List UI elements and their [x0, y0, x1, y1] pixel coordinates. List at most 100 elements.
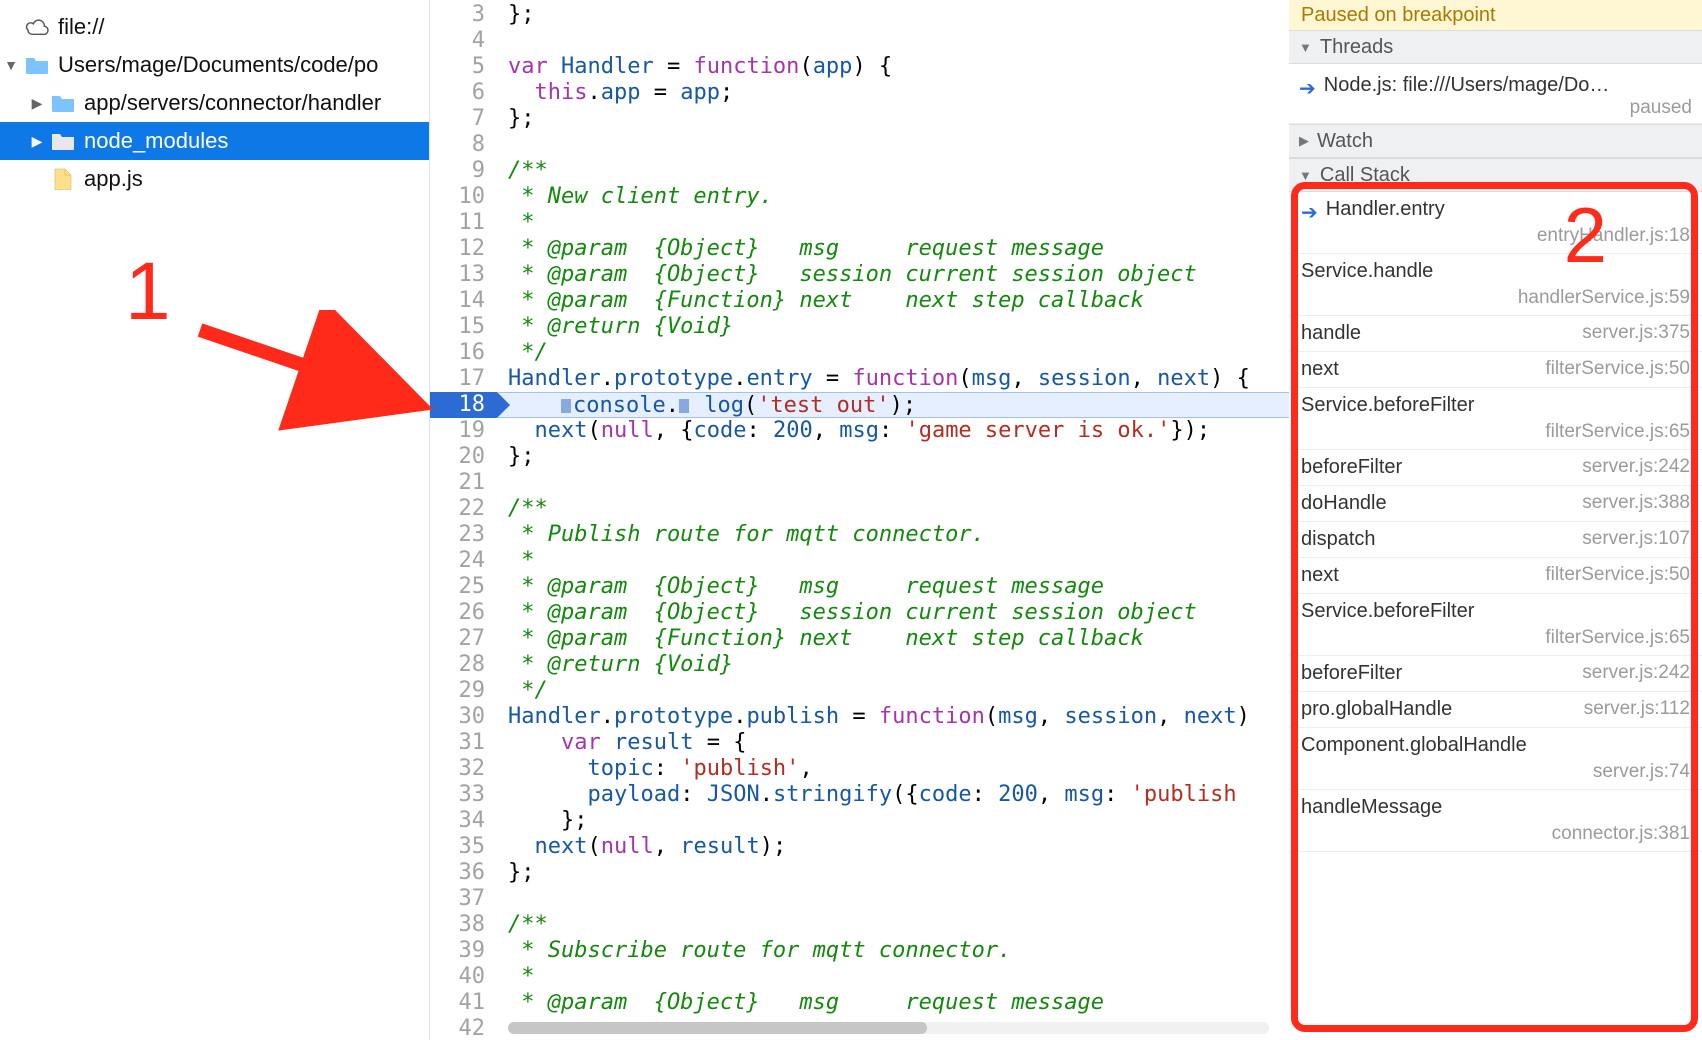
stack-frame[interactable]: dispatchserver.js:107 [1289, 522, 1702, 558]
line-number[interactable]: 32 [430, 756, 497, 782]
code-line[interactable]: payload: JSON.stringify({code: 200, msg:… [498, 782, 1289, 808]
line-number[interactable]: 36 [430, 860, 497, 886]
line-number[interactable]: 25 [430, 574, 497, 600]
line-number[interactable]: 24 [430, 548, 497, 574]
code-line[interactable]: next(null, result); [498, 834, 1289, 860]
code-line[interactable]: }; [498, 106, 1289, 132]
code-line[interactable]: /** [498, 496, 1289, 522]
stack-frame[interactable]: Service.beforeFilterfilterService.js:65 [1289, 388, 1702, 450]
stack-frame[interactable]: Service.handlehandlerService.js:59 [1289, 254, 1702, 316]
thread-item[interactable]: ➔ Node.js: file:///Users/mage/Do… paused [1289, 64, 1702, 124]
code-line[interactable]: }; [498, 2, 1289, 28]
tree-project-root[interactable]: ▼ Users/mage/Documents/code/po [0, 46, 429, 84]
code-line[interactable] [498, 470, 1289, 496]
line-number[interactable]: 17 [430, 366, 497, 392]
line-number[interactable]: 31 [430, 730, 497, 756]
line-number[interactable]: 12 [430, 236, 497, 262]
stack-frame[interactable]: Service.beforeFilterfilterService.js:65 [1289, 594, 1702, 656]
line-number[interactable]: 3 [430, 2, 497, 28]
stack-frame[interactable]: handleMessageconnector.js:381 [1289, 790, 1702, 852]
line-number[interactable]: 33 [430, 782, 497, 808]
line-number[interactable]: 38 [430, 912, 497, 938]
line-number[interactable]: 30 [430, 704, 497, 730]
scrollbar-thumb[interactable] [508, 1022, 927, 1034]
line-number[interactable]: 5 [430, 54, 497, 80]
code-line[interactable]: this.app = app; [498, 80, 1289, 106]
stack-frame[interactable]: nextfilterService.js:50 [1289, 558, 1702, 594]
code-line[interactable]: * [498, 210, 1289, 236]
line-number[interactable]: 28 [430, 652, 497, 678]
line-number[interactable]: 14 [430, 288, 497, 314]
code-line[interactable]: */ [498, 340, 1289, 366]
stack-frame[interactable]: doHandleserver.js:388 [1289, 486, 1702, 522]
editor-horizontal-scrollbar[interactable] [508, 1022, 1269, 1034]
code-line[interactable]: /** [498, 912, 1289, 938]
code-line[interactable]: * [498, 548, 1289, 574]
line-number[interactable]: 4 [430, 28, 497, 54]
code-line[interactable]: * @param {Object} msg request message [498, 990, 1289, 1016]
line-number[interactable]: 40 [430, 964, 497, 990]
code-line[interactable]: Handler.prototype.publish = function(msg… [498, 704, 1289, 730]
code-line[interactable]: }; [498, 444, 1289, 470]
breakpoint-line-number[interactable]: 18 [430, 392, 497, 418]
line-number[interactable]: 39 [430, 938, 497, 964]
line-number[interactable]: 9 [430, 158, 497, 184]
code-line[interactable]: * @return {Void} [498, 652, 1289, 678]
code-line[interactable]: Handler.prototype.entry = function(msg, … [498, 366, 1289, 392]
code-area[interactable]: }; var Handler = function(app) { this.app… [498, 0, 1289, 1040]
line-number[interactable]: 7 [430, 106, 497, 132]
line-number[interactable]: 23 [430, 522, 497, 548]
line-number-gutter[interactable]: 3456789101112131415161718192021222324252… [430, 0, 498, 1040]
line-number[interactable]: 16 [430, 340, 497, 366]
line-number[interactable]: 21 [430, 470, 497, 496]
line-number[interactable]: 15 [430, 314, 497, 340]
tree-root-file-scheme[interactable]: ▶ file:// [0, 8, 429, 46]
stack-frame[interactable]: ➔Handler.entryentryHandler.js:18 [1289, 192, 1702, 254]
code-line[interactable]: * @param {Function} next next step callb… [498, 626, 1289, 652]
code-line[interactable]: }; [498, 808, 1289, 834]
tree-item[interactable]: ▶node_modules [0, 122, 429, 160]
line-number[interactable]: 19 [430, 418, 497, 444]
code-line[interactable] [498, 886, 1289, 912]
disclosure-right-icon[interactable]: ▶ [30, 134, 44, 148]
watch-section-header[interactable]: ▶ Watch [1289, 124, 1702, 158]
line-number[interactable]: 20 [430, 444, 497, 470]
code-line[interactable]: var Handler = function(app) { [498, 54, 1289, 80]
line-number[interactable]: 6 [430, 80, 497, 106]
code-line[interactable]: * @param {Object} msg request message [498, 236, 1289, 262]
line-number[interactable]: 29 [430, 678, 497, 704]
line-number[interactable]: 13 [430, 262, 497, 288]
code-line[interactable]: * @param {Function} next next step callb… [498, 288, 1289, 314]
code-line[interactable]: next(null, {code: 200, msg: 'game server… [498, 418, 1289, 444]
code-line[interactable]: /** [498, 158, 1289, 184]
code-line[interactable]: * @return {Void} [498, 314, 1289, 340]
code-line[interactable]: * Publish route for mqtt connector. [498, 522, 1289, 548]
line-number[interactable]: 27 [430, 626, 497, 652]
line-number[interactable]: 8 [430, 132, 497, 158]
stack-frame[interactable]: nextfilterService.js:50 [1289, 352, 1702, 388]
code-line[interactable]: * New client entry. [498, 184, 1289, 210]
line-number[interactable]: 35 [430, 834, 497, 860]
code-line[interactable]: }; [498, 860, 1289, 886]
code-line[interactable]: console. log('test out'); [498, 392, 1289, 418]
callstack-section-header[interactable]: ▼ Call Stack [1289, 158, 1702, 192]
code-line[interactable]: * @param {Object} session current sessio… [498, 262, 1289, 288]
code-line[interactable]: topic: 'publish', [498, 756, 1289, 782]
code-line[interactable]: */ [498, 678, 1289, 704]
stack-frame[interactable]: beforeFilterserver.js:242 [1289, 450, 1702, 486]
threads-section-header[interactable]: ▼ Threads [1289, 30, 1702, 64]
tree-item[interactable]: ▶app.js [0, 160, 429, 198]
code-line[interactable]: * [498, 964, 1289, 990]
code-line[interactable]: * @param {Object} session current sessio… [498, 600, 1289, 626]
stack-frame[interactable]: handleserver.js:375 [1289, 316, 1702, 352]
line-number[interactable]: 22 [430, 496, 497, 522]
code-line[interactable]: * @param {Object} msg request message [498, 574, 1289, 600]
stack-frame[interactable]: pro.globalHandleserver.js:112 [1289, 692, 1702, 728]
line-number[interactable]: 41 [430, 990, 497, 1016]
line-number[interactable]: 34 [430, 808, 497, 834]
disclosure-right-icon[interactable]: ▶ [30, 96, 44, 110]
line-number[interactable]: 10 [430, 184, 497, 210]
line-number[interactable]: 37 [430, 886, 497, 912]
line-number[interactable]: 11 [430, 210, 497, 236]
line-number[interactable]: 42 [430, 1016, 497, 1040]
